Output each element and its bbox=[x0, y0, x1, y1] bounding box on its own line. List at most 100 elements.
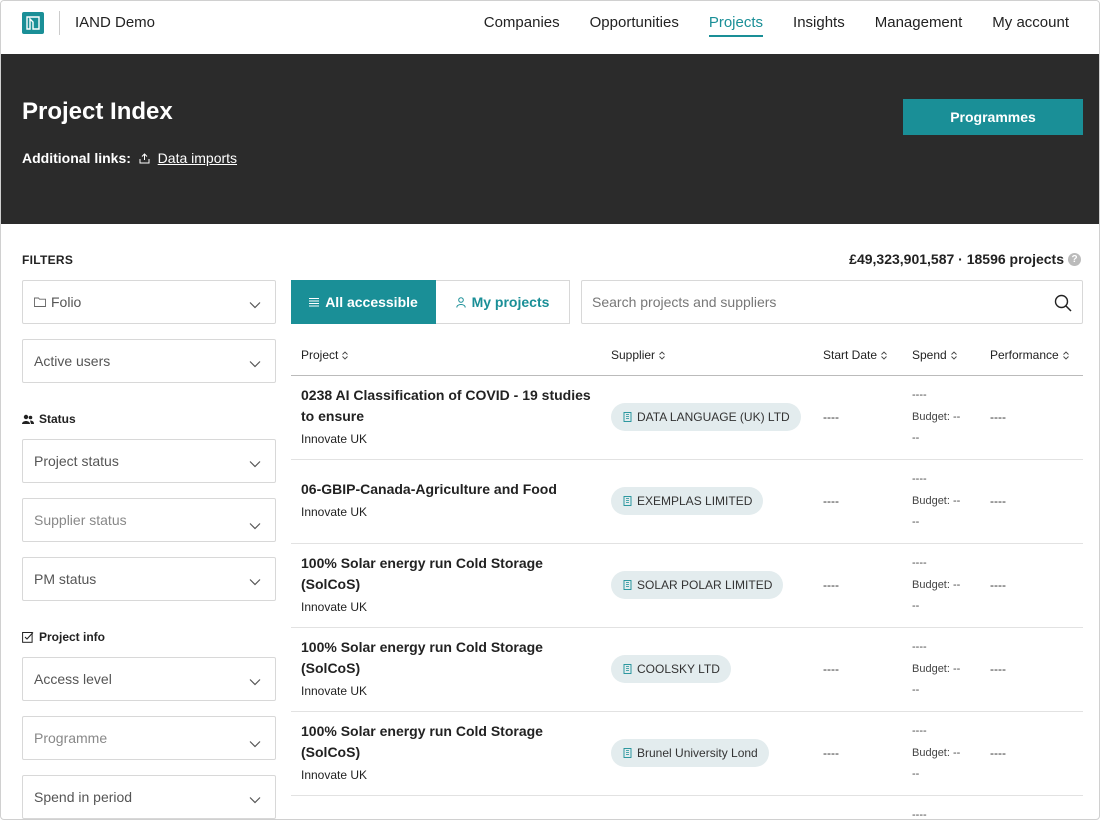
nav-companies[interactable]: Companies bbox=[484, 1, 560, 54]
building-icon bbox=[623, 748, 632, 758]
sort-icon bbox=[342, 350, 349, 360]
sort-icon bbox=[1062, 350, 1069, 360]
chevron-down-icon bbox=[249, 735, 261, 751]
supplier-chip[interactable]: COOLSKY LTD bbox=[611, 655, 731, 683]
spend-value: ---- bbox=[912, 641, 927, 653]
checklist-icon bbox=[22, 632, 34, 643]
budget-sub-value: -- bbox=[912, 684, 920, 696]
budget-value: Budget: -- bbox=[912, 579, 961, 591]
chevron-down-icon bbox=[249, 355, 261, 371]
supplier-status-select[interactable]: Supplier status bbox=[22, 498, 276, 542]
project-name[interactable]: 100% Solar energy run Cold Storage (SolC… bbox=[301, 721, 601, 763]
column-header-start-date[interactable]: Start Date bbox=[823, 348, 887, 362]
supplier-chip[interactable]: SOLAR POLAR LIMITED bbox=[611, 571, 784, 599]
project-name[interactable]: 0238 AI Classification of COVID - 19 stu… bbox=[301, 385, 601, 427]
spend-value: ---- bbox=[912, 473, 927, 485]
chevron-down-icon bbox=[249, 455, 261, 471]
tab-all-accessible[interactable]: All accessible bbox=[291, 280, 436, 324]
nav-management[interactable]: Management bbox=[875, 1, 963, 54]
app-logo-icon[interactable] bbox=[22, 12, 44, 34]
budget-value: Budget: -- bbox=[912, 663, 961, 675]
column-header-project[interactable]: Project bbox=[301, 348, 349, 362]
data-imports-link[interactable]: Data imports bbox=[158, 150, 237, 166]
project-organisation: Innovate UK bbox=[301, 600, 368, 614]
building-icon bbox=[623, 664, 632, 674]
project-organisation: Innovate UK bbox=[301, 432, 368, 446]
supplier-status-label: Supplier status bbox=[34, 512, 127, 528]
project-info-section-heading: Project info bbox=[22, 630, 105, 644]
pm-status-select[interactable]: PM status bbox=[22, 557, 276, 601]
column-label: Start Date bbox=[823, 348, 878, 362]
table-row[interactable]: 100% Solar energy run Cold Storage (SolC… bbox=[291, 628, 1083, 712]
filters-title: FILTERS bbox=[22, 253, 74, 267]
table-row[interactable]: 06-GBIP-Canada-Agriculture and Food Inno… bbox=[291, 460, 1083, 544]
info-icon[interactable]: ? bbox=[1068, 252, 1081, 266]
budget-sub-value: -- bbox=[912, 600, 920, 612]
project-name[interactable]: 06-GBIP-Canada-Agriculture and Food bbox=[301, 479, 601, 500]
budget-sub-value: -- bbox=[912, 432, 920, 444]
column-header-performance[interactable]: Performance bbox=[990, 348, 1069, 362]
main-nav: Companies Opportunities Projects Insight… bbox=[454, 1, 1069, 54]
project-name-line: 0238 AI Classification of COVID - 19 stu… bbox=[301, 387, 591, 403]
folder-icon bbox=[34, 294, 46, 310]
column-header-supplier[interactable]: Supplier bbox=[611, 348, 665, 362]
table-row[interactable]: 0238 AI Classification of COVID - 19 stu… bbox=[291, 376, 1083, 460]
projects-summary: £49,323,901,587 · 18596 projects ? bbox=[849, 251, 1081, 267]
app-window: IAND Demo Companies Opportunities Projec… bbox=[0, 0, 1100, 820]
status-section-label: Status bbox=[39, 412, 76, 426]
performance-value: ---- bbox=[990, 746, 1006, 760]
spend-value: ---- bbox=[912, 557, 927, 569]
building-icon bbox=[623, 496, 632, 506]
nav-opportunities[interactable]: Opportunities bbox=[590, 1, 679, 54]
project-organisation: Innovate UK bbox=[301, 768, 368, 782]
project-name[interactable]: 100% Solar energy run Cold Storage (SolC… bbox=[301, 637, 601, 679]
tab-my-projects-label: My projects bbox=[471, 294, 550, 310]
folio-select[interactable]: Folio bbox=[22, 280, 276, 324]
sort-icon bbox=[881, 350, 887, 360]
programmes-button[interactable]: Programmes bbox=[903, 99, 1083, 135]
budget-value: Budget: -- bbox=[912, 411, 961, 423]
spend-in-period-select[interactable]: Spend in period bbox=[22, 775, 276, 819]
access-level-select[interactable]: Access level bbox=[22, 657, 276, 701]
performance-value: ---- bbox=[990, 662, 1006, 676]
project-name[interactable]: 100% Solar energy run Cold Storage (SolC… bbox=[301, 553, 601, 595]
table-header: Project Supplier Start Date Spend Perfor… bbox=[291, 341, 1083, 376]
pm-status-label: PM status bbox=[34, 571, 97, 587]
project-name-line: to ensure bbox=[301, 408, 365, 424]
upload-icon bbox=[139, 151, 150, 167]
start-date: ---- bbox=[823, 578, 839, 592]
app-name[interactable]: IAND Demo bbox=[75, 14, 155, 31]
search-icon[interactable] bbox=[1054, 294, 1072, 317]
supplier-name: COOLSKY LTD bbox=[637, 662, 720, 676]
start-date: ---- bbox=[823, 494, 839, 508]
project-name-line: (SolCoS) bbox=[301, 660, 361, 676]
programme-select[interactable]: Programme bbox=[22, 716, 276, 760]
column-label: Project bbox=[301, 348, 339, 362]
budget-sub-value: -- bbox=[912, 768, 920, 780]
table-row[interactable]: 100% Solar energy run Cold Storage (SolC… bbox=[291, 712, 1083, 796]
supplier-chip[interactable]: DATA LANGUAGE (UK) LTD bbox=[611, 403, 801, 431]
search-input[interactable] bbox=[592, 281, 1032, 323]
active-users-select[interactable]: Active users bbox=[22, 339, 276, 383]
tab-my-projects[interactable]: My projects bbox=[436, 280, 570, 324]
project-status-label: Project status bbox=[34, 453, 119, 469]
chevron-down-icon bbox=[249, 791, 261, 807]
top-navbar: IAND Demo Companies Opportunities Projec… bbox=[1, 1, 1099, 54]
tab-all-accessible-label: All accessible bbox=[325, 294, 418, 310]
project-name-line: 06-GBIP-Canada-Agriculture and Food bbox=[301, 481, 557, 497]
project-name-line: 100% Solar energy run Cold Storage bbox=[301, 639, 543, 655]
project-status-select[interactable]: Project status bbox=[22, 439, 276, 483]
additional-links-label: Additional links: bbox=[22, 150, 131, 166]
supplier-chip[interactable]: EXEMPLAS LIMITED bbox=[611, 487, 764, 515]
table-row[interactable]: 100% Solar energy run Cold Storage (SolC… bbox=[291, 544, 1083, 628]
column-header-spend[interactable]: Spend bbox=[912, 348, 957, 362]
supplier-chip[interactable]: Brunel University Lond bbox=[611, 739, 769, 767]
spend-in-period-label: Spend in period bbox=[34, 789, 133, 805]
supplier-name: Brunel University Lond bbox=[637, 746, 758, 760]
nav-my-account[interactable]: My account bbox=[992, 1, 1069, 54]
search-box bbox=[581, 280, 1083, 324]
column-label: Supplier bbox=[611, 348, 656, 362]
nav-insights[interactable]: Insights bbox=[793, 1, 845, 54]
nav-projects[interactable]: Projects bbox=[708, 1, 764, 54]
start-date: ---- bbox=[823, 746, 839, 760]
